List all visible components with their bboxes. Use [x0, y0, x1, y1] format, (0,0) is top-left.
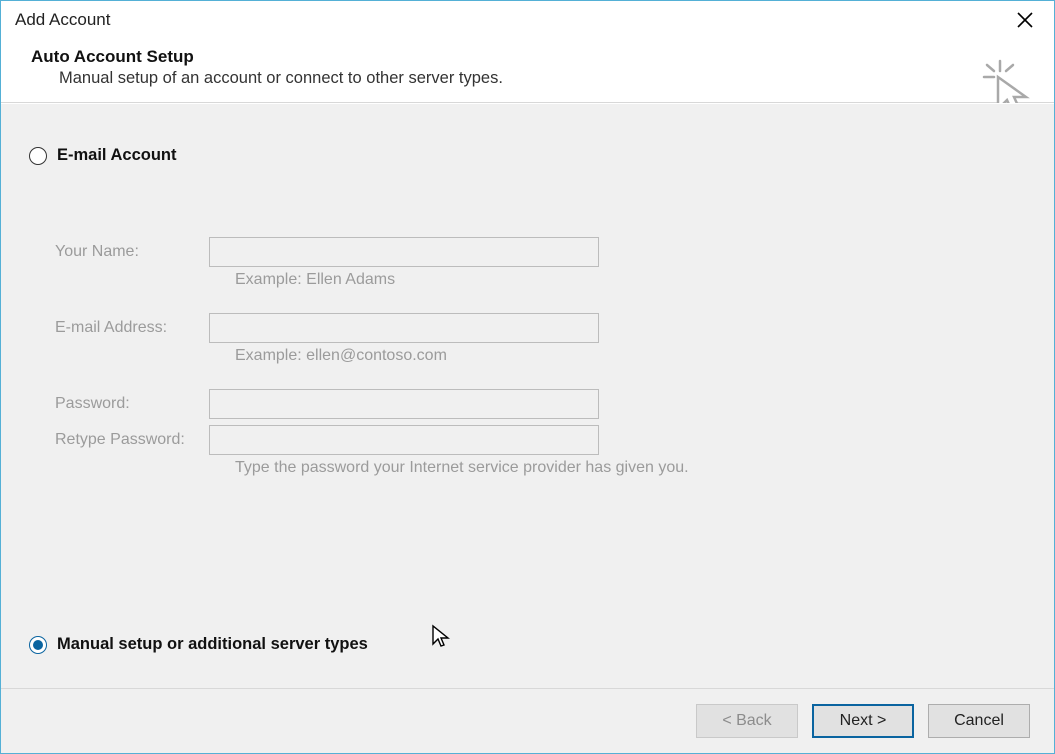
mouse-cursor-icon	[431, 624, 451, 648]
email-label: E-mail Address:	[55, 319, 209, 337]
manual-setup-radio-label: Manual setup or additional server types	[57, 635, 368, 654]
title-bar: Add Account	[1, 1, 1054, 39]
header-subtitle: Manual setup of an account or connect to…	[31, 69, 503, 88]
header-text: Auto Account Setup Manual setup of an ac…	[31, 47, 503, 88]
email-input[interactable]	[209, 313, 599, 343]
add-account-dialog: Add Account Auto Account Setup Manual se…	[0, 0, 1055, 754]
name-input[interactable]	[209, 237, 599, 267]
back-button[interactable]: < Back	[696, 704, 798, 738]
radio-icon	[29, 636, 47, 654]
close-button[interactable]	[1010, 5, 1040, 35]
dialog-footer: < Back Next > Cancel	[1, 688, 1054, 753]
password-group: Password: Retype Password:	[55, 389, 1026, 455]
window-title: Add Account	[15, 10, 110, 30]
email-account-radio[interactable]: E-mail Account	[29, 146, 1026, 165]
retype-password-label: Retype Password:	[55, 431, 209, 449]
account-form: Your Name: Example: Ellen Adams E-mail A…	[29, 237, 1026, 477]
radio-icon	[29, 147, 47, 165]
retype-password-row: Retype Password:	[55, 425, 1026, 455]
email-row: E-mail Address:	[55, 313, 1026, 343]
name-label: Your Name:	[55, 243, 209, 261]
name-hint: Example: Ellen Adams	[55, 271, 1026, 289]
password-row: Password:	[55, 389, 1026, 419]
password-label: Password:	[55, 395, 209, 413]
password-input[interactable]	[209, 389, 599, 419]
email-hint: Example: ellen@contoso.com	[55, 347, 1026, 365]
dialog-header: Auto Account Setup Manual setup of an ac…	[1, 39, 1054, 103]
dialog-content: E-mail Account Your Name: Example: Ellen…	[1, 103, 1054, 688]
next-button[interactable]: Next >	[812, 704, 914, 738]
retype-password-input[interactable]	[209, 425, 599, 455]
name-row: Your Name:	[55, 237, 1026, 267]
cancel-button[interactable]: Cancel	[928, 704, 1030, 738]
close-icon	[1016, 11, 1034, 29]
manual-setup-radio[interactable]: Manual setup or additional server types	[29, 635, 368, 654]
header-title: Auto Account Setup	[31, 47, 503, 67]
password-hint: Type the password your Internet service …	[55, 459, 1026, 477]
email-account-radio-label: E-mail Account	[57, 146, 177, 165]
